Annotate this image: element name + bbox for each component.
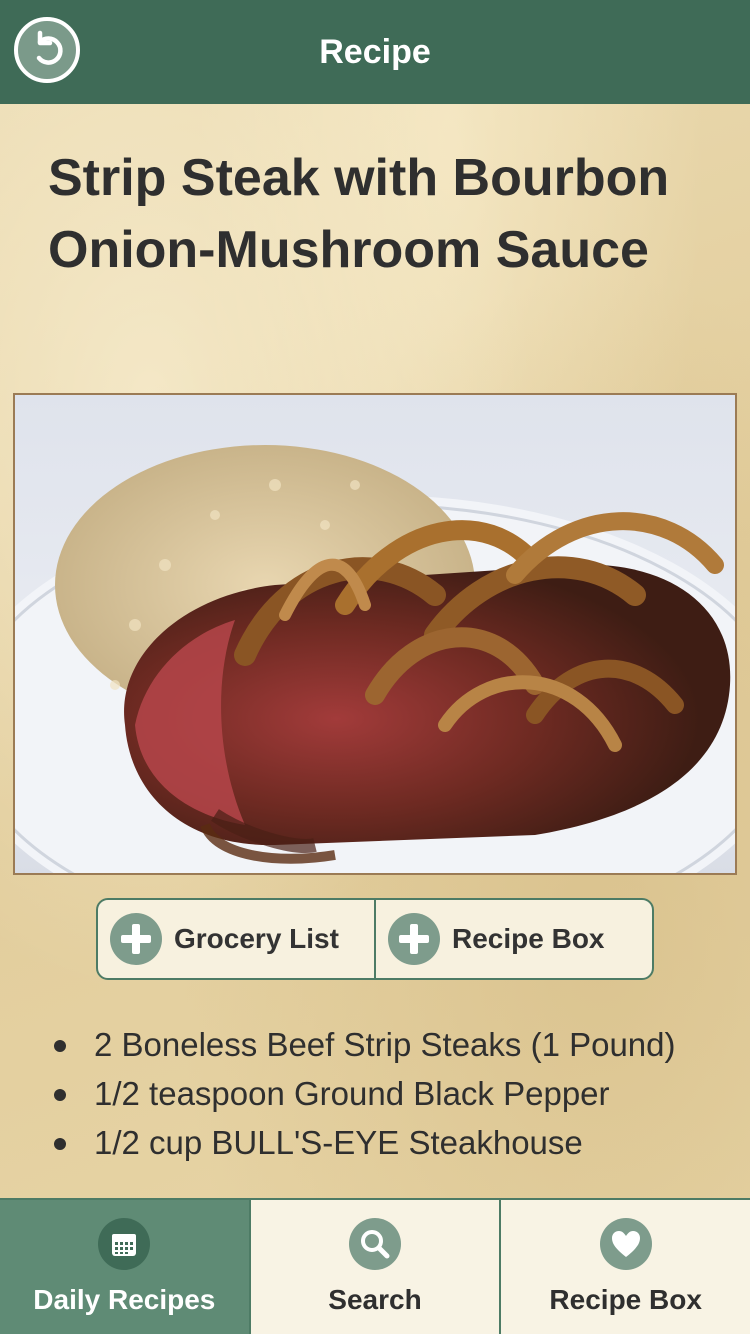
tab-recipe-box[interactable]: Recipe Box: [499, 1200, 750, 1334]
tab-daily-recipes[interactable]: Daily Recipes: [0, 1200, 249, 1334]
food-photo: [15, 445, 735, 873]
recipe-title: Strip Steak with Bourbon Onion-Mushroom …: [48, 149, 670, 279]
page-title: Recipe: [319, 32, 431, 71]
ingredient-item: 1/2 teaspoon Ground Black Pepper: [48, 1069, 708, 1118]
recipe-box-label: Recipe Box: [452, 923, 605, 954]
recipe-photo: [13, 393, 737, 875]
ingredients-list: 2 Boneless Beef Strip Steaks (1 Pound) 1…: [48, 1020, 708, 1167]
ingredient-item: 1/2 cup BULL'S-EYE Steakhouse: [48, 1118, 708, 1167]
tab-label: Search: [328, 1284, 422, 1315]
top-nav-bar: Recipe: [0, 0, 750, 104]
plus-icon: [388, 913, 440, 965]
ingredient-item: 2 Boneless Beef Strip Steaks (1 Pound): [48, 1020, 708, 1069]
back-arrow-icon: [36, 30, 63, 65]
search-icon: [349, 1218, 401, 1270]
recipe-actions: Grocery List Recipe Box: [96, 898, 654, 980]
tab-label: Recipe Box: [549, 1284, 702, 1315]
grocery-list-label: Grocery List: [174, 923, 339, 954]
bottom-tab-bar: Daily Recipes Search Recipe Box: [0, 1198, 750, 1334]
back-button[interactable]: [14, 17, 80, 83]
add-to-recipe-box-button[interactable]: Recipe Box: [374, 900, 652, 978]
add-to-grocery-list-button[interactable]: Grocery List: [98, 900, 374, 978]
heart-icon: [599, 1218, 652, 1270]
plus-icon: [110, 913, 162, 965]
tab-label: Daily Recipes: [33, 1284, 216, 1315]
tab-search[interactable]: Search: [248, 1200, 500, 1334]
calendar-icon: [98, 1218, 151, 1270]
